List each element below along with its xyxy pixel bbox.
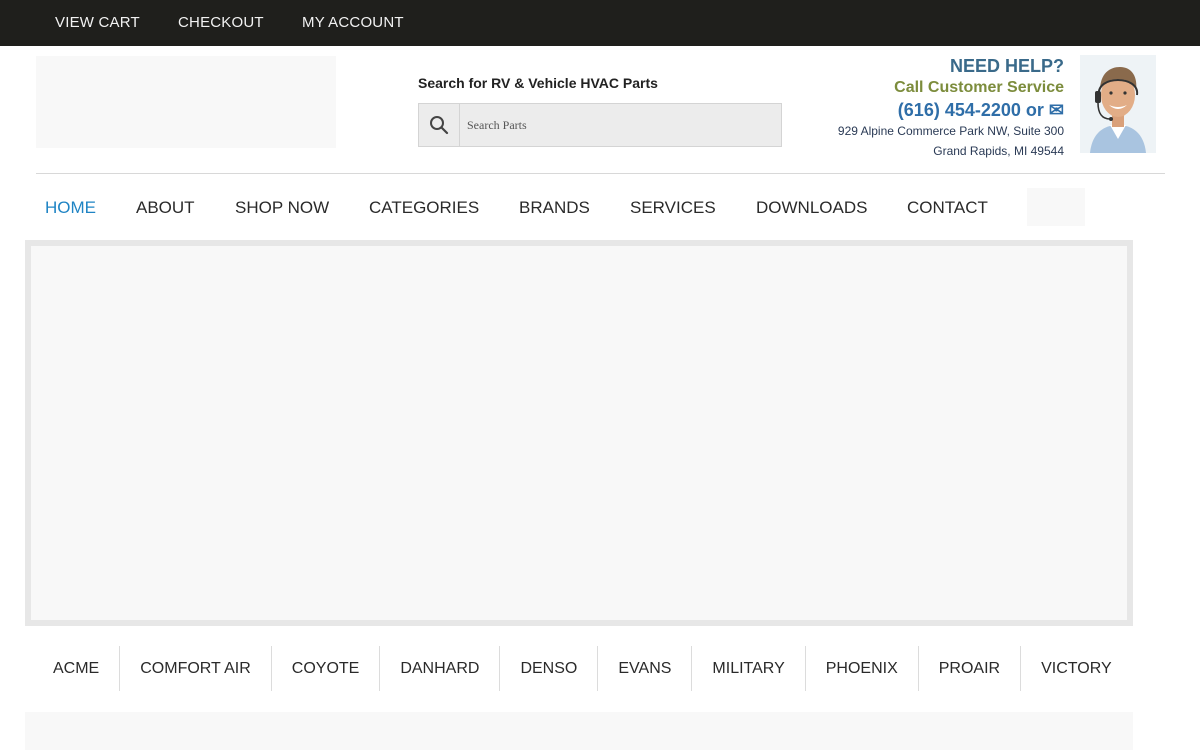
checkout-link[interactable]: CHECKOUT: [178, 14, 264, 31]
help-title: NEED HELP?: [949, 56, 1064, 76]
content-strip: [25, 712, 1133, 750]
hero-banner-content[interactable]: [31, 246, 1127, 620]
view-cart-link[interactable]: VIEW CART: [55, 14, 140, 31]
nav-contact[interactable]: CONTACT: [907, 198, 988, 218]
help-subtitle: Call Customer Service: [894, 79, 1064, 96]
email-icon[interactable]: ✉: [1049, 100, 1064, 120]
brand-denso[interactable]: DENSO: [499, 646, 597, 691]
search-box: [418, 103, 782, 147]
search-icon: [430, 116, 449, 135]
nav-downloads[interactable]: DOWNLOADS: [756, 198, 867, 218]
brand-proair[interactable]: PROAIR: [917, 646, 1020, 691]
brand-phoenix[interactable]: PHOENIX: [804, 646, 918, 691]
nav-home[interactable]: HOME: [45, 198, 96, 218]
brand-coyote[interactable]: COYOTE: [270, 646, 380, 691]
brand-bar: ACME COMFORT AIR COYOTE DANHARD DENSO EV…: [36, 646, 1132, 691]
nav-categories[interactable]: CATEGORIES: [369, 198, 479, 218]
nav-shop-now[interactable]: SHOP NOW: [235, 198, 329, 218]
nav-about[interactable]: ABOUT: [136, 198, 195, 218]
help-block: NEED HELP? Call Customer Service (616) 4…: [838, 55, 1064, 161]
brand-military[interactable]: MILITARY: [691, 646, 804, 691]
search-button[interactable]: [419, 104, 460, 146]
brand-victory[interactable]: VICTORY: [1020, 646, 1132, 691]
search-input[interactable]: [460, 104, 780, 146]
site-logo[interactable]: [36, 56, 336, 148]
top-bar: VIEW CART CHECKOUT MY ACCOUNT: [0, 0, 1200, 46]
phone-number[interactable]: (616) 454-2200 or: [898, 100, 1044, 120]
support-agent-icon: [1080, 55, 1156, 153]
brand-comfort-air[interactable]: COMFORT AIR: [119, 646, 271, 691]
header-divider: [36, 173, 1165, 174]
hero-banner: [25, 240, 1133, 626]
nav-brands[interactable]: BRANDS: [519, 198, 590, 218]
brand-danhard[interactable]: DANHARD: [379, 646, 499, 691]
address-line-1: 929 Alpine Commerce Park NW, Suite 300: [837, 124, 1064, 138]
help-phone[interactable]: (616) 454-2200 or ✉: [838, 99, 1064, 121]
my-account-link[interactable]: MY ACCOUNT: [302, 14, 404, 31]
nav-extra-button[interactable]: [1027, 188, 1085, 226]
address-line-2: Grand Rapids, MI 49544: [933, 144, 1064, 158]
nav-services[interactable]: SERVICES: [630, 198, 716, 218]
support-agent-avatar: [1080, 55, 1156, 153]
brand-acme[interactable]: ACME: [36, 646, 119, 691]
search-title: Search for RV & Vehicle HVAC Parts: [418, 75, 658, 91]
brand-evans[interactable]: EVANS: [597, 646, 691, 691]
